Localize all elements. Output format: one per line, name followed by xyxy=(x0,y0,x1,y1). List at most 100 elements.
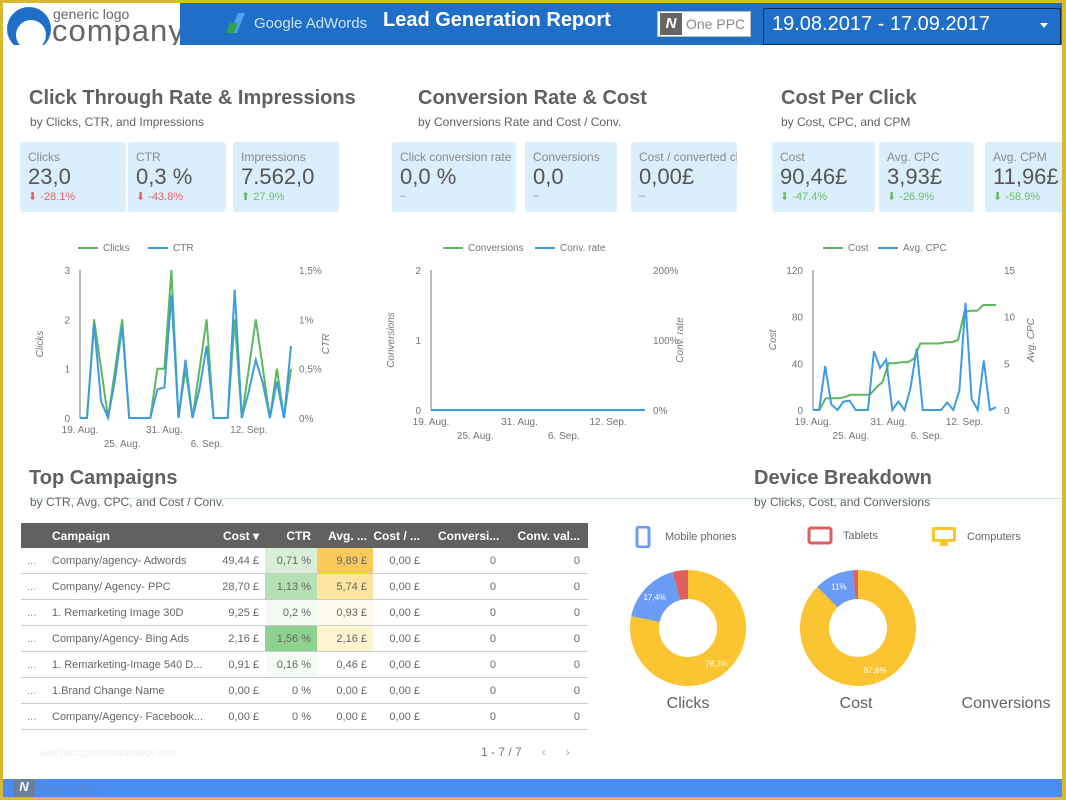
legend-label: Avg. CPC xyxy=(903,243,947,254)
cell-campaign: 1.Brand Change Name xyxy=(52,684,165,697)
column-header-campaign[interactable]: Campaign xyxy=(47,529,212,543)
row-expand[interactable]: ... xyxy=(21,685,47,697)
x-tick-label: 6. Sep. xyxy=(191,439,223,450)
y-tick-label: 1 xyxy=(64,365,70,376)
column-header-ctr[interactable]: CTR xyxy=(265,529,317,543)
x-tick-label: 6. Sep. xyxy=(911,431,943,442)
row-expand[interactable]: ... xyxy=(21,659,47,671)
legend-tablets: Tablets xyxy=(807,526,878,546)
arrow-down-icon: ⬇ xyxy=(993,191,1003,203)
cell-conv-value: 0 xyxy=(573,554,580,567)
row-expand[interactable]: ... xyxy=(21,607,47,619)
donut-title-cost: Cost xyxy=(839,695,873,712)
cell-cost: 2,16 £ xyxy=(228,632,259,645)
section-subtitle-conversion: by Conversions Rate and Cost / Conv. xyxy=(418,115,622,129)
y2-tick-label: 200% xyxy=(653,266,679,277)
date-range-selector[interactable]: 19.08.2017 - 17.09.2017 xyxy=(763,8,1061,45)
section-title-ctr: Click Through Rate & Impressions xyxy=(29,87,356,109)
cell-avg-cpc: 5,74 £ xyxy=(317,574,373,599)
cell-conv-value: 0 xyxy=(573,710,580,723)
delta-value: -58.9% xyxy=(1005,191,1041,203)
table-row[interactable]: ... 1. Remarketing Image 30D 9,25 £ 0,2 … xyxy=(21,600,588,626)
x-tick-label: 25. Aug. xyxy=(104,439,141,450)
cell-ctr: 0 % xyxy=(265,678,317,703)
scorecard-cost: Cost 90,46£ ⬇ -47.4% xyxy=(772,142,875,212)
y-tick-label: 0 xyxy=(64,414,70,425)
delta-value: 27.9% xyxy=(253,191,285,203)
legend-label: Conv. rate xyxy=(560,243,606,254)
y2-tick-label: 15 xyxy=(1004,266,1016,277)
cell-ctr: 1,56 % xyxy=(265,626,317,651)
section-subtitle-ctr: by Clicks, CTR, and Impressions xyxy=(30,115,205,129)
cell-cost-per-conv: 0,00 £ xyxy=(389,710,420,723)
cell-conv-value: 0 xyxy=(573,632,580,645)
scorecard-label: Cost xyxy=(780,150,805,164)
report-title: Lead Generation Report xyxy=(383,9,611,31)
cell-campaign: Company/ Agency- PPC xyxy=(52,580,171,593)
table-row[interactable]: ... 1.Brand Change Name 0,00 £ 0 % 0,00 … xyxy=(21,678,588,704)
row-expand[interactable]: ... xyxy=(21,633,47,645)
table-row[interactable]: ... Company/Agency- Bing Ads 2,16 £ 1,56… xyxy=(21,626,588,652)
legend-label: Tablets xyxy=(843,530,878,542)
cell-conversions: 0 xyxy=(489,684,496,697)
y2-tick-label: 0 xyxy=(1004,406,1010,417)
column-header-avg-cpc[interactable]: Avg. ... xyxy=(317,529,373,543)
x-tick-label: 25. Aug. xyxy=(833,431,870,442)
legend-computers: Computers xyxy=(931,526,1021,548)
cell-conversions: 0 xyxy=(489,580,496,593)
line-chart-svg: Clicks CTR 0 1 2 3 0% 0,5% 1% 1,5% Clicks CTR 19. Au… xyxy=(35,243,332,450)
scorecard-value: 90,46£ xyxy=(780,164,848,189)
scorecard-ctr: CTR 0,3 % ⬇ -43.8% xyxy=(128,142,226,212)
table-row[interactable]: ... Company/agency- Adwords 49,44 £ 0,71… xyxy=(21,548,588,574)
watermark-text: www.heritagechristiancollege.com xyxy=(39,748,175,758)
scorecard-label: Avg. CPM xyxy=(993,150,1047,164)
y2-tick-label: 0% xyxy=(299,414,314,425)
column-header-conv-value[interactable]: Conv. val... xyxy=(508,529,588,543)
adwords-label: Google AdWords xyxy=(254,14,368,32)
column-header-cost[interactable]: Cost ▾ xyxy=(212,529,265,543)
scorecard-label: Conversions xyxy=(533,150,600,164)
table-header: Campaign Cost ▾ CTR Avg. ... Cost / ... … xyxy=(21,523,588,548)
cell-cost: 49,44 £ xyxy=(222,554,259,567)
row-expand[interactable]: ... xyxy=(21,711,47,723)
line-chart-svg: Cost Avg. CPC 0 40 80 120 0 5 10 15 Cost Avg. CPC 19… xyxy=(768,243,1037,442)
cell-cost-per-conv: 0,00 £ xyxy=(389,554,420,567)
row-expand[interactable]: ... xyxy=(21,555,47,567)
y-tick-label: 2 xyxy=(64,315,70,326)
table-row[interactable]: ... 1. Remarketing-Image 540 D... 0,91 £… xyxy=(21,652,588,678)
cell-cost-per-conv: 0,00 £ xyxy=(389,632,420,645)
table-row[interactable]: ... Company/ Agency- PPC 28,70 £ 1,13 % … xyxy=(21,574,588,600)
cell-cost-per-conv: 0,00 £ xyxy=(389,606,420,619)
section-subtitle-campaigns: by CTR, Avg. CPC, and Cost / Conv. xyxy=(30,495,225,509)
one-ppc-label: One PPC xyxy=(686,16,746,32)
one-ppc-logo: N One PPC xyxy=(657,11,751,37)
y2-tick-label: 5 xyxy=(1004,359,1010,370)
chevron-down-icon[interactable] xyxy=(1040,23,1048,28)
row-expand[interactable]: ... xyxy=(21,581,47,593)
arrow-down-icon: ⬇ xyxy=(780,191,790,203)
conversions-rate-chart: Conversions Conv. rate 0 1 2 0% 100% 200% Conver… xyxy=(383,233,723,448)
section-subtitle-devices: by Clicks, Cost, and Conversions xyxy=(754,495,931,509)
y2-tick-label: 0,5% xyxy=(299,365,322,376)
column-header-cost-per-conv[interactable]: Cost / ... xyxy=(373,529,438,543)
cell-conversions: 0 xyxy=(489,632,496,645)
chevron-left-icon[interactable]: ‹ xyxy=(542,745,546,759)
y-tick-label: 0 xyxy=(415,406,421,417)
cell-conv-value: 0 xyxy=(573,658,580,671)
donut-svg: 78,3% 17,4% xyxy=(630,570,746,686)
logo-circle-icon xyxy=(7,7,51,45)
donut-title-conversions: Conversions xyxy=(961,695,1051,712)
cell-conv-value: 0 xyxy=(573,606,580,619)
chevron-right-icon[interactable]: › xyxy=(566,745,570,759)
scorecard-impressions: Impressions 7.562,0 ⬆ 27.9% xyxy=(233,142,339,212)
x-tick-label: 25. Aug. xyxy=(457,431,494,442)
logo-big-text: company xyxy=(52,13,180,45)
column-header-conversions[interactable]: Conversi... xyxy=(438,529,508,543)
adwords-logo-icon xyxy=(225,13,248,33)
cell-avg-cpc: 0,00 £ xyxy=(317,678,373,703)
legend-label: Cost xyxy=(848,243,869,254)
table-row[interactable]: ... Company/Agency- Facebook... 0,00 £ 0… xyxy=(21,704,588,730)
x-tick-label: 12. Sep. xyxy=(230,425,267,436)
cell-ctr: 0,16 % xyxy=(265,652,317,677)
scorecard-delta: ⬇ -28.1% xyxy=(28,190,126,203)
